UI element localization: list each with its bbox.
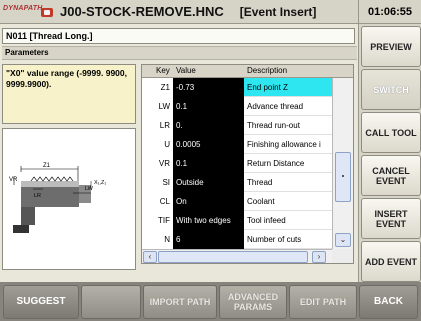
row-key: N bbox=[142, 230, 173, 249]
label-x1z1: X₁,Z₁ bbox=[94, 180, 106, 186]
table-row[interactable]: SI Outside Thread bbox=[142, 173, 332, 192]
scroll-right-icon[interactable]: › bbox=[312, 251, 326, 263]
import-path-button[interactable]: IMPORT PATH bbox=[143, 285, 217, 319]
table-row[interactable]: N 6 Number of cuts bbox=[142, 230, 332, 249]
vertical-scroll-thumb[interactable] bbox=[335, 152, 351, 202]
row-key: Z1 bbox=[142, 78, 173, 97]
scroll-left-icon[interactable]: ‹ bbox=[143, 251, 157, 263]
row-key: TIF bbox=[142, 211, 173, 230]
row-description: Return Distance bbox=[244, 154, 332, 173]
left-column: "X0" value range (-9999. 9900, 9999.9900… bbox=[2, 62, 136, 282]
parameter-table: Key Value Description Z1 -0.73 End point… bbox=[141, 64, 354, 264]
right-button-column: PREVIEW SWITCH CALL TOOL CANCEL EVENT IN… bbox=[358, 24, 421, 282]
row-key: SI bbox=[142, 173, 173, 192]
logo-text: DYNAPATH bbox=[3, 5, 43, 12]
add-event-button[interactable]: ADD EVENT bbox=[361, 241, 421, 282]
row-description: Finishing allowance i bbox=[244, 135, 332, 154]
label-z1: Z1 bbox=[43, 163, 51, 169]
row-value[interactable]: 0.0005 bbox=[173, 135, 244, 154]
row-value[interactable]: 0.1 bbox=[173, 97, 244, 116]
call-tool-button[interactable]: CALL TOOL bbox=[361, 112, 421, 153]
back-button[interactable]: BACK bbox=[359, 285, 418, 319]
mode-label: [Event Insert] bbox=[239, 5, 317, 19]
resize-grip-icon bbox=[332, 249, 353, 263]
range-help: "X0" value range (-9999. 9900, 9999.9900… bbox=[2, 64, 136, 124]
main-panel: N011 [Thread Long.] Parameters "X0" valu… bbox=[0, 24, 358, 282]
row-description: Thread bbox=[244, 173, 332, 192]
row-description: Thread run-out bbox=[244, 116, 332, 135]
row-description: Coolant bbox=[244, 192, 332, 211]
table-row[interactable]: Z1 -0.73 End point Z bbox=[142, 78, 332, 97]
row-description: Advance thread bbox=[244, 97, 332, 116]
table-row[interactable]: LW 0.1 Advance thread bbox=[142, 97, 332, 116]
label-vr: VR bbox=[9, 177, 18, 183]
row-value[interactable]: With two edges bbox=[173, 211, 244, 230]
suggest-button[interactable]: SUGGEST bbox=[3, 285, 79, 319]
bottom-toolbar: SUGGEST IMPORT PATH ADVANCED PARAMS EDIT… bbox=[0, 282, 421, 321]
clock: 01:06:55 bbox=[358, 0, 421, 24]
horizontal-scrollbar[interactable]: ‹ › bbox=[142, 249, 332, 263]
file-name: J00-STOCK-REMOVE.HNC bbox=[60, 4, 224, 19]
table-row[interactable]: U 0.0005 Finishing allowance i bbox=[142, 135, 332, 154]
row-value[interactable]: On bbox=[173, 192, 244, 211]
logo-badge-icon bbox=[41, 8, 53, 17]
row-value[interactable]: 0. bbox=[173, 116, 244, 135]
row-value[interactable]: -0.73 bbox=[173, 78, 244, 97]
row-key: U bbox=[142, 135, 173, 154]
row-key: LR bbox=[142, 116, 173, 135]
vertical-scrollbar[interactable]: ⌄ bbox=[332, 78, 353, 249]
row-key: CL bbox=[142, 192, 173, 211]
cancel-event-button[interactable]: CANCEL EVENT bbox=[361, 155, 421, 196]
column-key: Key bbox=[156, 66, 170, 75]
event-name: N011 [Thread Long.] bbox=[2, 28, 355, 44]
table-row[interactable]: TIF With two edges Tool infeed bbox=[142, 211, 332, 230]
row-value[interactable]: 6 bbox=[173, 230, 244, 249]
table-row[interactable]: LR 0. Thread run-out bbox=[142, 116, 332, 135]
row-description: Number of cuts bbox=[244, 230, 332, 249]
label-lw: LW bbox=[85, 186, 94, 192]
row-description: End point Z bbox=[244, 78, 332, 97]
insert-event-button[interactable]: INSERT EVENT bbox=[361, 198, 421, 239]
column-description: Description bbox=[247, 66, 288, 75]
row-value[interactable]: Outside bbox=[173, 173, 244, 192]
column-value: Value bbox=[176, 66, 196, 75]
section-label: Parameters bbox=[2, 46, 357, 60]
row-key: LW bbox=[142, 97, 173, 116]
row-key: VR bbox=[142, 154, 173, 173]
label-lr: LR bbox=[34, 193, 41, 199]
window-title: J00-STOCK-REMOVE.HNC [Event Insert] bbox=[60, 4, 316, 19]
table-header: Key Value Description bbox=[142, 65, 353, 78]
thread-diagram-svg: Z1 VR LR LW X₁,Z₁ bbox=[9, 163, 106, 233]
row-description: Tool infeed bbox=[244, 211, 332, 230]
edit-path-button[interactable]: EDIT PATH bbox=[289, 285, 357, 319]
switch-button[interactable]: SWITCH bbox=[361, 69, 421, 110]
preview-button[interactable]: PREVIEW bbox=[361, 26, 421, 67]
horizontal-scroll-thumb[interactable] bbox=[158, 251, 308, 263]
thread-diagram: Z1 VR LR LW X₁,Z₁ bbox=[2, 128, 136, 270]
table-row[interactable]: CL On Coolant bbox=[142, 192, 332, 211]
scroll-down-icon[interactable]: ⌄ bbox=[335, 233, 351, 247]
title-bar: DYNAPATH J00-STOCK-REMOVE.HNC [Event Inse… bbox=[0, 0, 421, 24]
table-row[interactable]: VR 0.1 Return Distance bbox=[142, 154, 332, 173]
blank-softkey-button[interactable] bbox=[81, 285, 141, 319]
row-value[interactable]: 0.1 bbox=[173, 154, 244, 173]
advanced-params-button[interactable]: ADVANCED PARAMS bbox=[219, 285, 287, 319]
